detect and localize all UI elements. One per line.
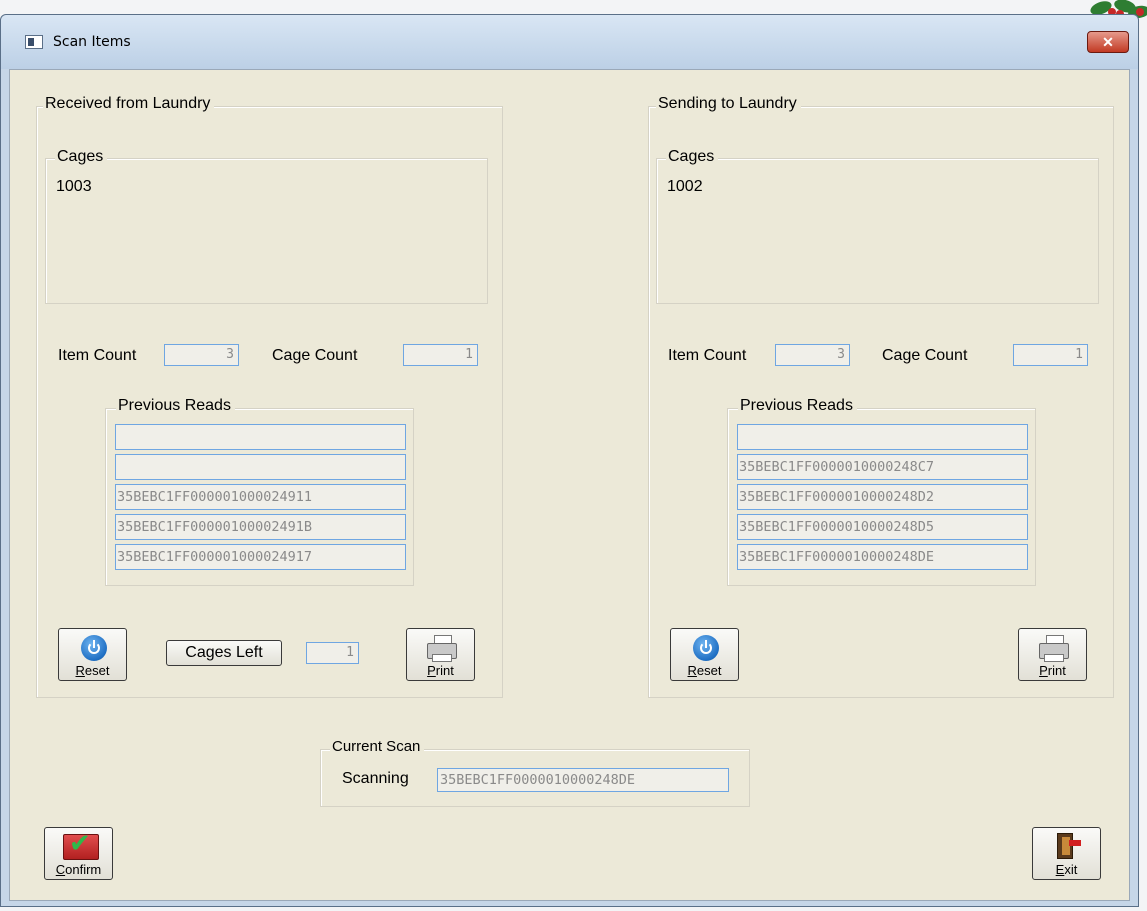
received-print-label: Print <box>427 663 454 678</box>
client-area: Received from Laundry Cages 1003 Item Co… <box>9 69 1130 901</box>
scanning-field[interactable]: 35BEBC1FF0000010000248DE <box>437 768 729 792</box>
confirm-label: Confirm <box>55 862 102 877</box>
scanning-label: Scanning <box>342 770 409 787</box>
window-icon <box>25 35 43 49</box>
received-reset-button[interactable]: Reset <box>58 628 127 681</box>
sending-read-4[interactable]: 35BEBC1FF0000010000248D5 <box>737 514 1028 540</box>
received-cage-item[interactable]: 1003 <box>56 178 92 196</box>
received-cage-count-label: Cage Count <box>272 347 358 364</box>
received-read-1[interactable] <box>115 424 406 450</box>
received-read-2[interactable] <box>115 454 406 480</box>
received-cages-group <box>45 158 488 304</box>
sending-cages-group <box>656 158 1099 304</box>
sending-cage-count-label: Cage Count <box>882 347 968 364</box>
received-read-4[interactable]: 35BEBC1FF00000100002491B <box>115 514 406 540</box>
sending-cage-item[interactable]: 1002 <box>667 178 703 196</box>
received-read-3[interactable]: 35BEBC1FF000001000024911 <box>115 484 406 510</box>
sending-read-3[interactable]: 35BEBC1FF0000010000248D2 <box>737 484 1028 510</box>
sending-read-5[interactable]: 35BEBC1FF0000010000248DE <box>737 544 1028 570</box>
exit-button[interactable]: Exit <box>1032 827 1101 880</box>
title-bar[interactable]: Scan Items ✕ <box>1 15 1138 69</box>
confirm-button[interactable]: Confirm <box>44 827 113 880</box>
sending-group-title: Sending to Laundry <box>656 95 801 113</box>
power-icon <box>81 635 107 661</box>
sending-print-button[interactable]: Print <box>1018 628 1087 681</box>
received-item-count-field[interactable]: 3 <box>164 344 239 366</box>
received-print-button[interactable]: Print <box>406 628 475 681</box>
received-group-title: Received from Laundry <box>43 95 215 113</box>
current-scan-title: Current Scan <box>330 738 425 755</box>
printer-icon <box>426 635 458 662</box>
printer-icon <box>1038 635 1070 662</box>
sending-reset-label: Reset <box>687 663 722 678</box>
received-item-count-label: Item Count <box>58 347 137 364</box>
received-reset-label: Reset <box>75 663 110 678</box>
scan-items-window: Scan Items ✕ Received from Laundry Cages… <box>0 14 1139 907</box>
sending-cage-count-field[interactable]: 1 <box>1013 344 1088 366</box>
received-read-5[interactable]: 35BEBC1FF000001000024917 <box>115 544 406 570</box>
sending-print-label: Print <box>1039 663 1066 678</box>
sending-item-count-field[interactable]: 3 <box>775 344 850 366</box>
sending-item-count-label: Item Count <box>668 347 747 364</box>
confirm-icon <box>63 829 99 860</box>
window-title: Scan Items <box>53 34 131 50</box>
cages-left-button[interactable]: Cages Left <box>166 640 282 666</box>
exit-door-icon <box>1055 833 1081 859</box>
sending-read-2[interactable]: 35BEBC1FF0000010000248C7 <box>737 454 1028 480</box>
exit-label: Exit <box>1055 862 1078 877</box>
received-previous-reads-title: Previous Reads <box>116 397 235 415</box>
sending-previous-reads-title: Previous Reads <box>738 397 857 415</box>
sending-reset-button[interactable]: Reset <box>670 628 739 681</box>
sending-read-1[interactable] <box>737 424 1028 450</box>
close-button[interactable]: ✕ <box>1087 31 1129 53</box>
power-icon <box>693 635 719 661</box>
cages-left-field[interactable]: 1 <box>306 642 359 664</box>
received-cages-title: Cages <box>55 148 108 166</box>
received-cage-count-field[interactable]: 1 <box>403 344 478 366</box>
sending-cages-title: Cages <box>666 148 719 166</box>
